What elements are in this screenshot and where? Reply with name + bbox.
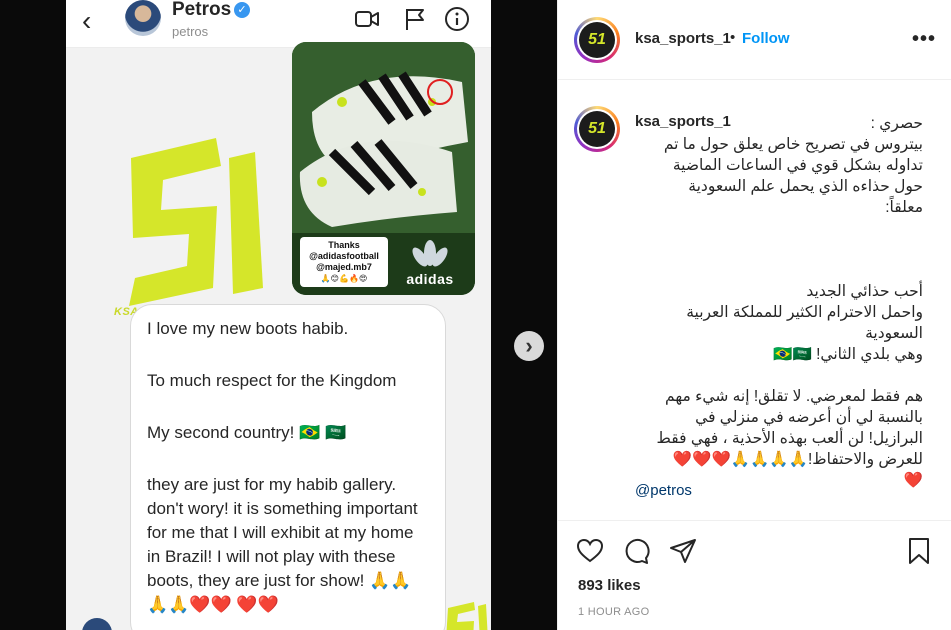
comment-icon[interactable] bbox=[622, 537, 650, 565]
separator-dot: • bbox=[730, 29, 736, 46]
caption-line: السعودية bbox=[865, 325, 923, 342]
more-options-icon[interactable]: ••• bbox=[912, 28, 936, 51]
caption-line: بالنسبة لي أن أعرضه في منزلي في bbox=[695, 409, 923, 426]
heart-icon[interactable] bbox=[576, 537, 604, 565]
avatar[interactable]: 51 bbox=[574, 106, 620, 152]
verified-badge-icon: ✓ bbox=[234, 2, 250, 18]
ksa-sports-logo bbox=[129, 138, 263, 306]
avatar[interactable]: 51 bbox=[574, 17, 620, 63]
caption-line: معلقاً: bbox=[885, 199, 923, 216]
dm-thread: KSA_SPORTS_1 Thanks @adidasfootball bbox=[66, 42, 491, 630]
caption-line: أحب حذائي الجديد bbox=[806, 283, 923, 300]
caption-line: وهي بلدي الثاني! 🇧🇷🇸🇦 bbox=[773, 346, 923, 363]
caption-line: تداوله بشكل قوي في الساعات الماضية bbox=[672, 157, 923, 174]
bookmark-icon[interactable] bbox=[905, 537, 933, 565]
caption-line: حول حذاءه الذي يحمل علم السعودية bbox=[688, 178, 923, 195]
dm-header: ‹ Petros ✓ petros bbox=[66, 0, 491, 48]
caption-line: للعرض والاحتفاظ!🙏🙏🙏🙏❤️❤️❤️ bbox=[672, 451, 923, 468]
story-overlay: Thanks @adidasfootball @majed.mb7 🙏😊💪🔥😍 … bbox=[292, 233, 475, 295]
caption-line: حصري : bbox=[870, 115, 923, 132]
brand-label: adidas bbox=[406, 271, 454, 287]
post-media: ‹ Petros ✓ petros KSA_SPORTS_ bbox=[0, 0, 557, 630]
post-username[interactable]: ksa_sports_1 bbox=[635, 30, 731, 47]
dm-contact-username: petros bbox=[172, 24, 209, 39]
post-caption: حصري : بيتروس في تصريح خاص يعلق حول ما ت… bbox=[635, 113, 923, 491]
message-line: I love my new boots habib. bbox=[147, 319, 349, 338]
avatar bbox=[125, 0, 161, 36]
avatar bbox=[82, 618, 112, 630]
mention-link[interactable]: @petros bbox=[635, 482, 692, 499]
dm-contact-name: Petros bbox=[172, 0, 232, 20]
message-bubble: I love my new boots habib. To much respe… bbox=[130, 304, 446, 630]
caption-line: بيتروس في تصريح خاص يعلق حول ما تم bbox=[663, 136, 923, 153]
post-sidebar: 51 ksa_sports_1 • Follow ••• 51 ksa_spor… bbox=[557, 0, 951, 630]
flag-icon bbox=[406, 9, 424, 30]
ksa-sports-logo-small bbox=[446, 602, 488, 630]
caption-line: البرازيل! لن ألعب بهذه الأحذية ، فهي فقط bbox=[656, 430, 923, 447]
story-caption: Thanks @adidasfootball @majed.mb7 🙏😊💪🔥😍 bbox=[300, 237, 388, 287]
message-line: they are just for my habib gallery. don'… bbox=[147, 475, 418, 614]
adidas-trefoil-icon bbox=[412, 240, 448, 267]
dm-screenshot: ‹ Petros ✓ petros KSA_SPORTS_ bbox=[66, 0, 491, 630]
share-icon[interactable] bbox=[669, 537, 697, 565]
post-timestamp: 1 HOUR AGO bbox=[578, 606, 650, 618]
caption-line: واحمل الاحترام الكثير للمملكة العربية bbox=[686, 304, 923, 321]
follow-button[interactable]: Follow bbox=[742, 30, 790, 47]
info-icon bbox=[445, 7, 469, 31]
message-line: My second country! 🇧🇷 🇸🇦 bbox=[147, 423, 347, 442]
video-icon bbox=[355, 11, 379, 27]
back-arrow-icon: ‹ bbox=[82, 5, 92, 36]
next-slide-button[interactable]: › bbox=[514, 331, 544, 361]
caption-line: هم فقط لمعرضي. لا تقلق! إنه شيء مهم bbox=[665, 388, 923, 405]
message-line: To much respect for the Kingdom bbox=[147, 371, 397, 390]
story-reply-image: Thanks @adidasfootball @majed.mb7 🙏😊💪🔥😍 … bbox=[292, 42, 475, 295]
post-actions: 893 likes 1 HOUR AGO bbox=[558, 520, 951, 630]
post-header: 51 ksa_sports_1 • Follow ••• bbox=[558, 0, 951, 80]
likes-count[interactable]: 893 likes bbox=[578, 577, 641, 594]
